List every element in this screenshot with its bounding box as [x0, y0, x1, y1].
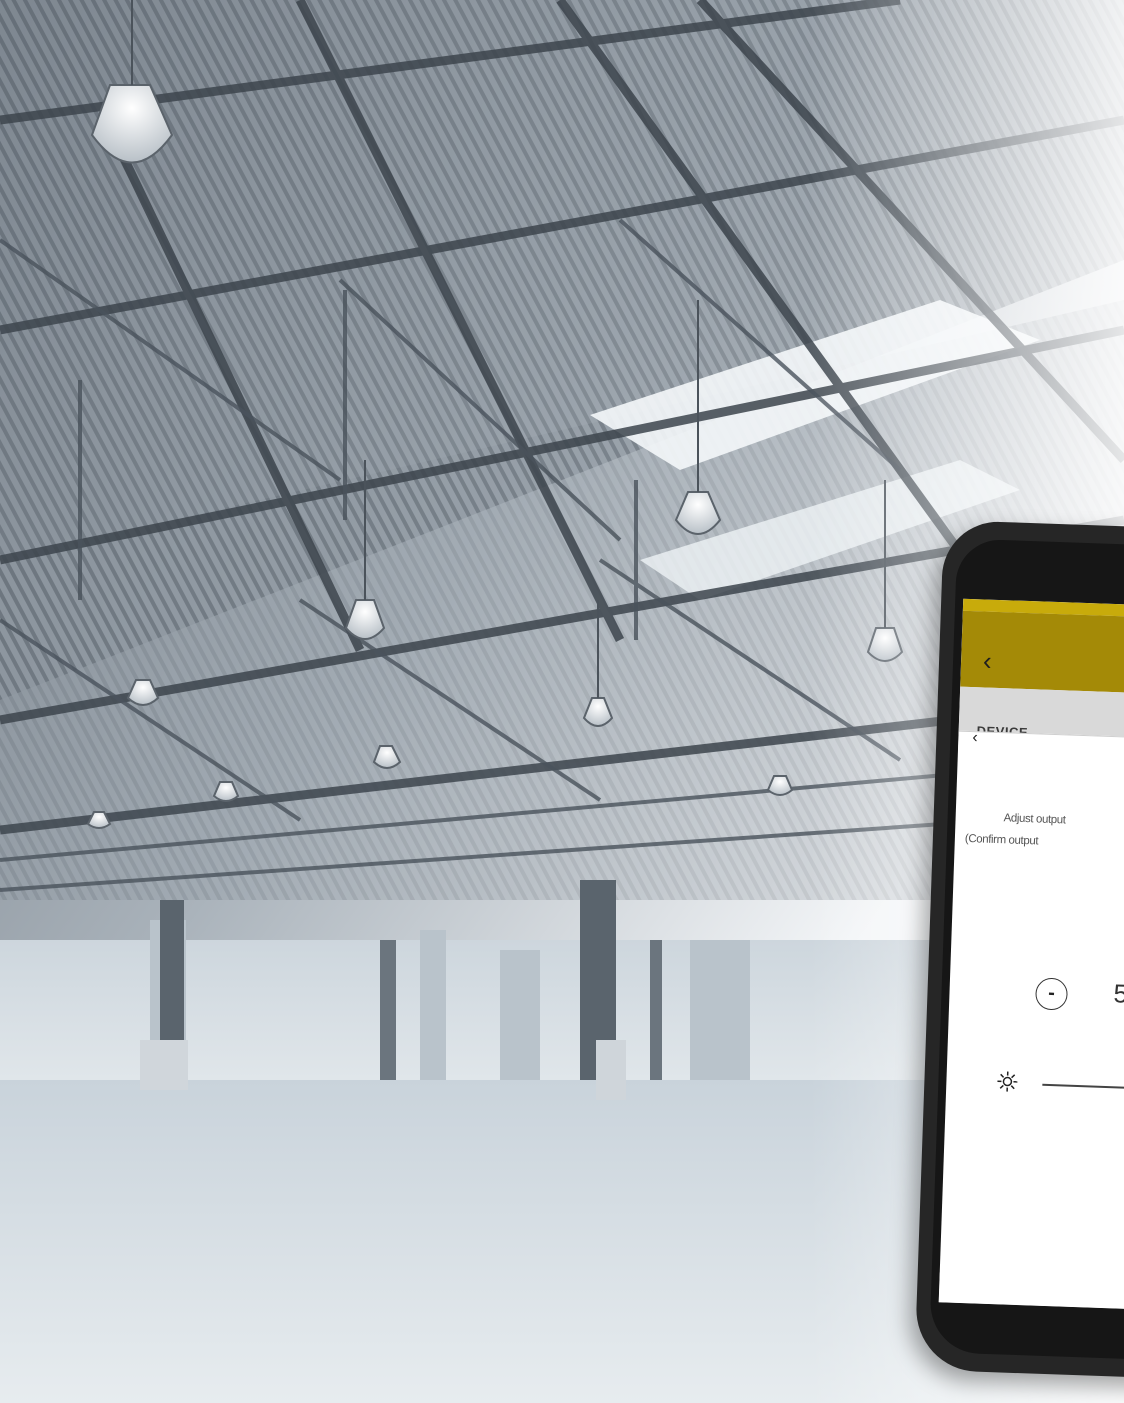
- hint-confirm-output: (Confirm output: [964, 832, 1039, 848]
- back-button[interactable]: ‹: [983, 645, 993, 675]
- phone-screen: ‹ DEVICE ‹ Adjust output (Confirm output…: [938, 598, 1124, 1310]
- phone-bezel: ‹ DEVICE ‹ Adjust output (Confirm output…: [928, 538, 1124, 1360]
- brightness-slider[interactable]: [1042, 1083, 1124, 1092]
- sun-icon: [997, 1071, 1018, 1092]
- device-subheader: [957, 730, 1124, 758]
- bottom-area: [938, 1272, 1124, 1310]
- device-back-button[interactable]: ‹: [972, 729, 978, 747]
- output-value: 5: [1113, 978, 1124, 1009]
- hint-adjust-output: Adjust output: [1003, 812, 1066, 827]
- app-bar: ‹: [960, 610, 1124, 695]
- smartphone: ‹ DEVICE ‹ Adjust output (Confirm output…: [914, 520, 1124, 1378]
- decrement-button[interactable]: -: [1034, 977, 1069, 1011]
- device-header: DEVICE: [958, 686, 1124, 740]
